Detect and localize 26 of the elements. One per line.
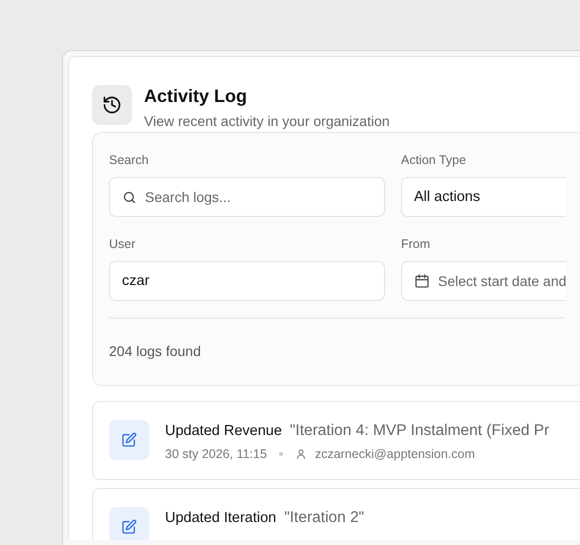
page-title: Activity Log xyxy=(144,86,248,107)
log-action: Updated Iteration xyxy=(165,510,276,526)
log-time: 30 sty 2026, 11:15 xyxy=(165,447,267,461)
field-label: From xyxy=(401,237,432,251)
history-icon xyxy=(102,95,122,115)
log-target: "Iteration 2" xyxy=(284,509,364,527)
search-field[interactable]: Search logs... xyxy=(109,177,385,217)
pencil-square-icon xyxy=(121,432,137,448)
search-icon xyxy=(122,190,137,204)
separator-dot xyxy=(278,452,283,456)
user-icon xyxy=(294,448,307,460)
log-entry[interactable]: Updated Iteration "Iteration 2" xyxy=(92,488,580,540)
log-target: "Iteration 4: MVP Instalment (Fixed Pr xyxy=(290,422,550,440)
results-count: 204 logs found xyxy=(109,343,202,359)
date-picker[interactable]: Select start date and xyxy=(401,261,566,301)
page-subtitle: View recent activity in your organization xyxy=(144,113,390,129)
action-type-dropdown[interactable]: All actions xyxy=(401,177,566,217)
pencil-square-icon xyxy=(121,519,137,535)
log-user: zczarnecki@apptension.com xyxy=(314,447,475,461)
log-action: Updated Revenue xyxy=(165,423,282,439)
log-entry[interactable]: Updated Revenue "Iteration 4: MVP Instalment (Fixed Pr 30 sty 2026, 11:15 zczarnecki@apptension.com xyxy=(92,401,580,480)
field-label: User xyxy=(109,237,136,251)
field-label: Search xyxy=(109,153,150,167)
user-field[interactable]: czar xyxy=(109,261,385,301)
calendar-icon xyxy=(414,273,430,289)
field-label: Action Type xyxy=(401,153,468,167)
